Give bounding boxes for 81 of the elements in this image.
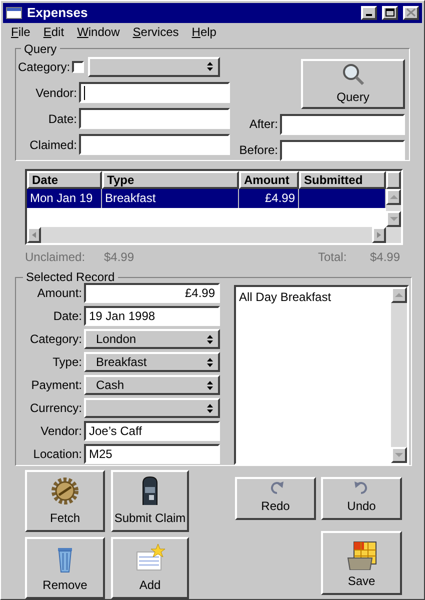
query-button[interactable]: Query <box>301 58 405 109</box>
up-arrow-icon <box>395 293 403 297</box>
input-field[interactable]: M25 <box>84 444 220 464</box>
down-arrow-icon <box>395 453 403 457</box>
field-label: Vendor: <box>40 423 82 440</box>
window-title: Expenses <box>27 4 89 22</box>
field-label: Type: <box>52 354 82 371</box>
fetch-button[interactable]: Fetch <box>25 470 105 532</box>
field-label: Date: <box>48 110 77 128</box>
close-icon <box>406 8 416 18</box>
undo-button[interactable]: Undo <box>321 477 402 520</box>
table-cell: £4.99 <box>239 188 299 208</box>
total-label: Total: <box>318 249 348 266</box>
input-field[interactable] <box>79 134 230 156</box>
column-header[interactable]: Date <box>27 170 102 189</box>
input-field[interactable] <box>280 140 405 161</box>
field-label: Category: <box>30 331 82 348</box>
input-field[interactable]: Joe’s Caff <box>84 421 220 441</box>
field-label: After: <box>249 116 278 134</box>
minimize-button[interactable] <box>361 6 377 20</box>
dropdown[interactable]: Breakfast <box>84 352 220 372</box>
right-arrow-icon <box>377 232 381 238</box>
column-header[interactable]: Type <box>102 170 239 189</box>
table-cell: Breakfast <box>102 188 239 208</box>
updown-icon <box>207 404 213 412</box>
add-button[interactable]: Add <box>111 537 189 599</box>
menu-item[interactable]: File <box>10 22 32 41</box>
input-field[interactable]: 19 Jan 1998 <box>84 306 220 326</box>
field-label: Amount: <box>37 285 82 302</box>
vertical-scrollbar[interactable] <box>391 287 407 463</box>
left-arrow-icon <box>32 232 36 238</box>
close-button[interactable] <box>403 6 419 20</box>
group-title: Query <box>23 42 58 55</box>
updown-icon <box>207 334 213 344</box>
submit-button[interactable]: Submit Claim <box>111 470 189 532</box>
updown-icon <box>207 358 213 366</box>
field-label: Currency: <box>30 400 82 417</box>
table-row[interactable]: Mon Jan 19 Breakfast £4.99 <box>27 188 386 208</box>
field-label: Payment: <box>31 377 82 394</box>
field-label: Location: <box>33 446 82 463</box>
table-cell: Mon Jan 19 <box>27 188 102 208</box>
dropdown[interactable]: Cash <box>84 375 220 395</box>
maximize-button[interactable] <box>382 6 398 20</box>
column-header[interactable]: Submitted <box>299 170 386 189</box>
input-field[interactable] <box>79 108 230 130</box>
save-button[interactable]: Save <box>321 530 402 594</box>
maximize-icon <box>385 8 395 18</box>
field-label: Date: <box>53 308 82 325</box>
menu-item[interactable]: Edit <box>42 22 66 41</box>
up-arrow-icon <box>390 194 398 199</box>
total-value: $4.99 <box>104 249 134 266</box>
notes-area[interactable]: All Day Breakfast <box>234 285 409 465</box>
field-label: Category: <box>18 58 70 76</box>
input-field[interactable] <box>280 114 405 135</box>
dropdown[interactable] <box>84 398 220 418</box>
input-field[interactable] <box>79 82 230 104</box>
dropdown[interactable]: London <box>84 329 220 349</box>
window-icon <box>6 6 22 19</box>
search-icon <box>341 62 365 86</box>
gear-icon <box>49 475 81 507</box>
redo-button[interactable]: Redo <box>235 477 316 520</box>
menu-item[interactable]: Services <box>132 22 180 41</box>
total-value: $4.99 <box>370 249 400 266</box>
input-field[interactable]: £4.99 <box>84 283 220 303</box>
notes-text: All Day Breakfast <box>238 289 332 306</box>
dropdown[interactable] <box>88 56 220 77</box>
updown-icon <box>207 62 214 72</box>
field-label: Claimed: <box>30 136 77 154</box>
field-label: Vendor: <box>36 84 77 102</box>
menu-item[interactable]: Help <box>190 22 218 41</box>
menu-item[interactable]: Window <box>76 22 121 41</box>
remove-button[interactable]: Remove <box>25 537 105 599</box>
horizontal-scrollbar[interactable] <box>27 227 386 243</box>
total-label: Unclaimed: <box>25 249 86 266</box>
vertical-scrollbar[interactable] <box>386 188 401 243</box>
group-title: Selected Record <box>25 271 116 283</box>
updown-icon <box>207 380 213 390</box>
checkbox[interactable] <box>72 60 84 73</box>
down-arrow-icon <box>390 216 398 221</box>
field-label: Before: <box>239 142 278 160</box>
column-header[interactable]: Amount <box>239 170 299 189</box>
